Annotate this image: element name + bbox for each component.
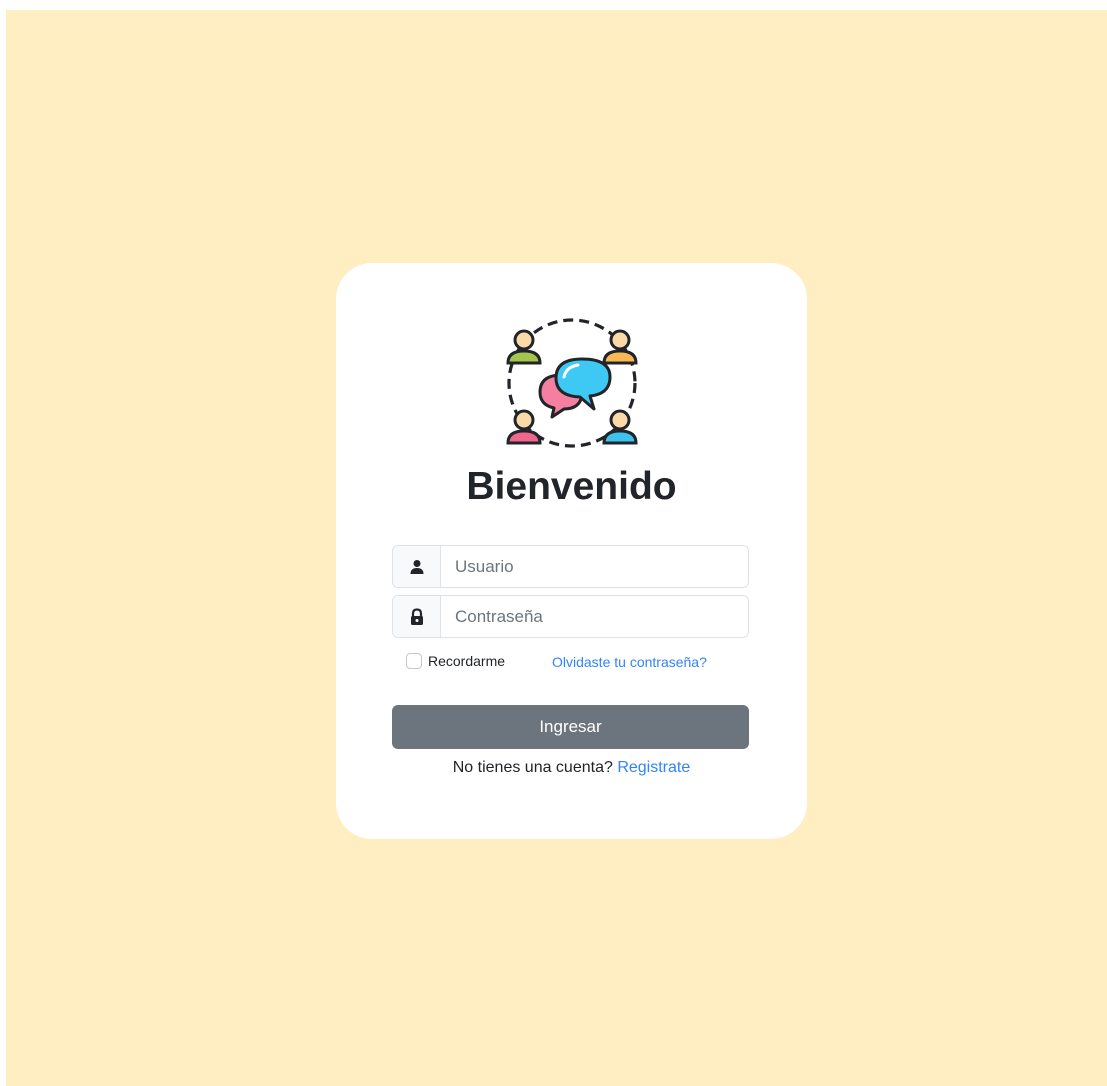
login-card: Bienvenido Recordarme Olvidaste tu contr… <box>336 263 807 839</box>
password-group <box>392 595 749 638</box>
forgot-password-link[interactable]: Olvidaste tu contraseña? <box>552 654 707 670</box>
register-row: No tienes una cuenta? Registrate <box>336 759 807 777</box>
person-icon <box>506 409 542 445</box>
username-addon <box>393 546 441 587</box>
page-title: Bienvenido <box>466 465 677 508</box>
password-input[interactable] <box>441 596 748 637</box>
remember-label[interactable]: Recordarme <box>428 653 505 669</box>
login-button[interactable]: Ingresar <box>392 705 749 749</box>
register-prompt: No tienes una cuenta? <box>452 759 613 776</box>
password-addon <box>393 596 441 637</box>
person-icon <box>602 329 638 365</box>
remember-row: Recordarme <box>406 653 505 669</box>
remember-checkbox[interactable] <box>406 653 422 669</box>
register-link[interactable]: Registrate <box>617 759 690 776</box>
username-input[interactable] <box>441 546 748 587</box>
username-group <box>392 545 749 588</box>
community-chat-icon <box>506 318 638 448</box>
person-icon <box>602 409 638 445</box>
lock-icon <box>410 607 423 625</box>
person-icon <box>506 329 542 365</box>
user-icon <box>410 559 423 574</box>
